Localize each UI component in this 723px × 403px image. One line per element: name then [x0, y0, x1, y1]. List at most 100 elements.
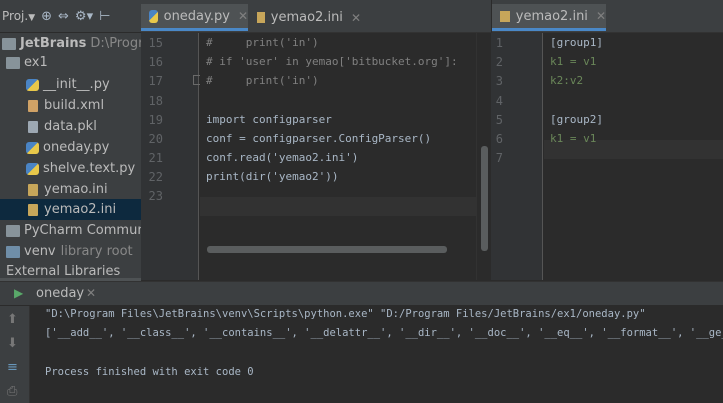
- tree-item-label: yemao.ini: [44, 182, 108, 197]
- code-line-17: # print('in'): [206, 74, 319, 87]
- folder-icon: [6, 56, 20, 69]
- tab-yemao2-ini-right[interactable]: yemao2.ini ✕: [492, 4, 606, 31]
- output-line: ['__add__', '__class__', '__contains__',…: [45, 327, 723, 339]
- left-editor-vscroll-thumb[interactable]: [481, 146, 488, 251]
- close-icon[interactable]: ✕: [351, 11, 361, 25]
- output-line: Process finished with exit code 0: [45, 366, 254, 378]
- tree-item-label: data.pkl: [44, 119, 97, 134]
- close-icon[interactable]: ✕: [596, 9, 606, 23]
- gear-icon[interactable]: ⚙▾: [75, 9, 93, 24]
- file-icon: [28, 120, 38, 133]
- left-editor-tabs: oneday.py ✕ yemao2.ini ✕: [141, 0, 491, 33]
- line-number: 6: [495, 132, 503, 146]
- code-line-16: # if 'user' in yemao['bitbucket.org']:: [206, 55, 458, 68]
- line-number: 4: [495, 94, 503, 108]
- ini-file-icon: [257, 12, 265, 23]
- line-number: 23: [148, 189, 163, 203]
- tree-item-pycharm-community[interactable]: PyCharm Community: [0, 220, 141, 241]
- left-editor-hscroll-thumb[interactable]: [207, 246, 447, 253]
- tree-item-oneday-py[interactable]: oneday.py: [0, 137, 141, 158]
- left-editor-gutter: 15 16 17 18 19 20 21 22 23: [141, 33, 201, 280]
- tree-item-yemao-ini[interactable]: yemao.ini: [0, 179, 141, 200]
- project-panel: Proj.▼ ⊕ ⇔ ⚙▾ ⊢ JetBrains D:\Program ex1…: [0, 0, 141, 281]
- ini-line-5: [group2]: [550, 113, 603, 126]
- tree-item-label: shelve.text.py: [43, 161, 136, 176]
- tree-item-data-pkl[interactable]: data.pkl: [0, 116, 141, 137]
- code-line-19: import configparser: [206, 113, 332, 126]
- ini-file-icon: [28, 183, 38, 196]
- hide-panel-icon[interactable]: ⊢: [99, 9, 110, 24]
- tree-item-label: __init__.py: [43, 77, 110, 92]
- line-number: 17: [148, 74, 163, 88]
- folder-icon: [6, 224, 20, 237]
- run-panel-header: ▶ oneday ✕: [0, 281, 723, 306]
- tree-item-venv[interactable]: venv library root: [0, 241, 141, 262]
- tab-label: oneday.py: [163, 8, 230, 24]
- code-line-20: conf = configparser.ConfigParser(): [206, 132, 432, 145]
- line-number: 16: [148, 55, 163, 69]
- arrow-up-icon[interactable]: ⬆: [7, 312, 18, 327]
- python-file-icon: [149, 9, 158, 23]
- project-view-label: Proj.: [2, 9, 29, 23]
- tree-item-jetbrains[interactable]: JetBrains D:\Program: [0, 33, 141, 54]
- output-line: "D:\Program Files\JetBrains\venv\Scripts…: [45, 308, 646, 320]
- collapse-all-icon[interactable]: ⇔: [58, 9, 69, 24]
- chevron-down-icon: ▼: [28, 13, 36, 23]
- tree-item-label: External Libraries: [6, 264, 121, 279]
- tab-oneday-py[interactable]: oneday.py ✕: [141, 4, 248, 31]
- run-tab-label[interactable]: oneday: [36, 286, 84, 301]
- code-line-15: # print('in'): [206, 36, 319, 49]
- python-file-icon: [26, 78, 39, 91]
- soft-wrap-icon[interactable]: ≡: [7, 360, 18, 375]
- line-number: 21: [148, 151, 163, 165]
- run-icon: ▶: [14, 286, 24, 300]
- line-number: 15: [148, 36, 163, 50]
- close-icon[interactable]: ✕: [86, 286, 96, 300]
- tree-item-shelve-text-py[interactable]: shelve.text.py: [0, 158, 141, 179]
- tree-item-label: ex1: [24, 55, 48, 70]
- ini-line-6: k1 = v1: [550, 132, 597, 145]
- tree-item-init-py[interactable]: __init__.py: [0, 74, 141, 95]
- python-file-icon: [26, 162, 39, 175]
- close-icon[interactable]: ✕: [238, 9, 248, 23]
- print-icon[interactable]: ⎙: [7, 384, 17, 399]
- right-editor-tabs: yemao2.ini ✕: [491, 0, 723, 33]
- code-line-22: print(dir('yemao2')): [206, 170, 339, 183]
- tab-yemao2-ini[interactable]: yemao2.ini ✕: [249, 4, 361, 31]
- ini-file-icon: [28, 203, 38, 216]
- tree-item-label: oneday.py: [43, 140, 110, 155]
- line-number: 3: [495, 74, 503, 88]
- tree-item-label: JetBrains: [20, 36, 87, 51]
- tree-item-detail: library root: [60, 244, 133, 259]
- code-line-21: conf.read('yemao2.ini'): [206, 151, 359, 164]
- line-number: 7: [495, 151, 503, 165]
- tree-item-label: yemao2.ini: [44, 202, 117, 217]
- tab-label: yemao2.ini: [515, 8, 588, 24]
- ini-line-2: k1 = v1: [550, 55, 597, 68]
- python-file-icon: [26, 141, 39, 154]
- tree-item-path: D:\Program: [90, 36, 141, 51]
- target-icon[interactable]: ⊕: [41, 9, 52, 24]
- arrow-down-icon[interactable]: ⬇: [7, 336, 18, 351]
- folder-icon: [2, 37, 16, 50]
- left-editor-code[interactable]: # print('in') # if 'user' in yemao['bitb…: [200, 33, 476, 280]
- ini-line-1: [group1]: [550, 36, 603, 49]
- tab-label: yemao2.ini: [270, 10, 343, 25]
- line-number: 1: [495, 36, 503, 50]
- right-editor-code[interactable]: [group1] k1 = v1 k2:v2 [group2] k1 = v1: [544, 33, 723, 280]
- project-toolbar: Proj.▼ ⊕ ⇔ ⚙▾ ⊢: [0, 0, 141, 33]
- current-line-highlight: [200, 197, 476, 216]
- line-number: 18: [148, 94, 163, 108]
- line-number: 20: [148, 132, 163, 146]
- folder-icon: [6, 245, 20, 258]
- tree-item-ex1[interactable]: ex1: [0, 52, 141, 73]
- tree-item-build-xml[interactable]: build.xml: [0, 95, 141, 116]
- line-number: 22: [148, 170, 163, 184]
- tree-item-label: venv: [24, 244, 56, 259]
- tree-item-yemao2-ini[interactable]: yemao2.ini: [0, 199, 141, 220]
- run-output[interactable]: "D:\Program Files\JetBrains\venv\Scripts…: [30, 306, 723, 403]
- project-view-selector[interactable]: Proj.▼: [2, 9, 35, 23]
- line-number: 2: [495, 55, 503, 69]
- tree-item-label: build.xml: [44, 98, 105, 113]
- run-toolbar: ⬆ ⬇ ≡ ⎙: [0, 306, 30, 403]
